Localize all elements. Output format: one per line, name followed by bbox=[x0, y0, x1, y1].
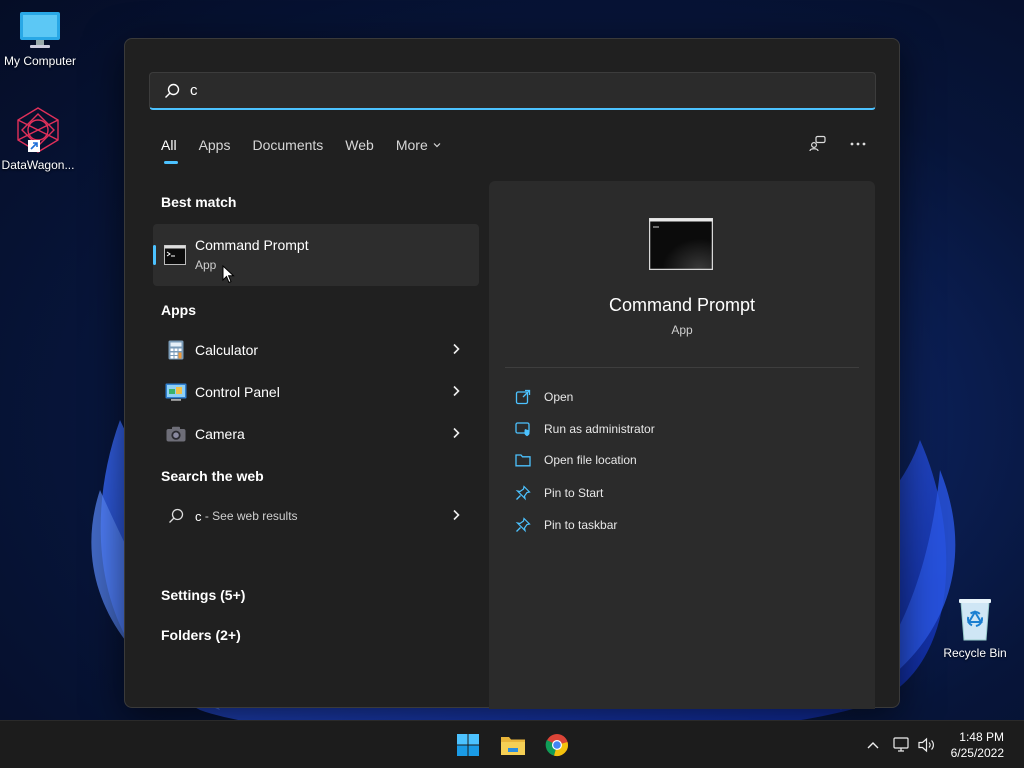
preview-subtitle: App bbox=[671, 323, 693, 337]
tab-web[interactable]: Web bbox=[345, 137, 374, 153]
control-panel-icon bbox=[165, 381, 187, 403]
run-as-admin-icon bbox=[515, 421, 533, 437]
clock-time: 1:48 PM bbox=[959, 730, 1004, 744]
folder-icon bbox=[515, 453, 533, 467]
best-match-item[interactable]: Command Prompt App bbox=[153, 224, 479, 286]
apps-header: Apps bbox=[161, 302, 196, 318]
mouse-cursor-icon bbox=[222, 265, 235, 284]
calculator-icon bbox=[165, 339, 187, 361]
action-pin-to-start[interactable]: Pin to Start bbox=[515, 485, 603, 501]
best-match-subtitle: App bbox=[195, 258, 217, 272]
action-open-file-location[interactable]: Open file location bbox=[515, 453, 637, 467]
app-result-calculator[interactable]: Calculator bbox=[153, 330, 479, 370]
app-result-control-panel[interactable]: Control Panel bbox=[153, 372, 479, 412]
taskbar-chrome-button[interactable] bbox=[543, 731, 571, 759]
action-pin-to-taskbar[interactable]: Pin to taskbar bbox=[515, 517, 617, 533]
search-web-header: Search the web bbox=[161, 468, 264, 484]
datawagon-app-icon bbox=[17, 107, 59, 153]
settings-header[interactable]: Settings (5+) bbox=[161, 587, 245, 603]
monitor-icon bbox=[20, 12, 60, 48]
tab-more[interactable]: More bbox=[396, 137, 442, 153]
top-actions bbox=[809, 135, 867, 153]
chevron-right-icon[interactable] bbox=[451, 427, 461, 439]
command-prompt-icon bbox=[164, 245, 186, 265]
search-icon bbox=[165, 83, 180, 98]
pin-icon bbox=[515, 517, 533, 533]
chrome-icon bbox=[545, 734, 568, 756]
ellipsis-icon[interactable] bbox=[849, 135, 867, 153]
taskbar-start-button[interactable] bbox=[454, 731, 482, 759]
tab-documents[interactable]: Documents bbox=[252, 137, 323, 153]
chevron-right-icon[interactable] bbox=[451, 385, 461, 397]
best-match-title: Command Prompt bbox=[195, 237, 309, 253]
chevron-right-icon[interactable] bbox=[451, 343, 461, 355]
pin-icon bbox=[515, 485, 533, 501]
search-panel: All Apps Documents Web More Best match bbox=[124, 38, 900, 709]
desktop-icon-recycle-bin[interactable]: Recycle Bin bbox=[935, 596, 1015, 660]
filter-tabs: All Apps Documents Web More bbox=[161, 137, 464, 164]
chevron-down-icon bbox=[433, 143, 441, 148]
desktop-icon-label: My Computer bbox=[3, 54, 77, 68]
file-explorer-icon bbox=[501, 737, 525, 755]
folders-header[interactable]: Folders (2+) bbox=[161, 627, 241, 643]
desktop-icon-label: Recycle Bin bbox=[943, 646, 1007, 660]
command-prompt-large-icon bbox=[649, 218, 713, 270]
taskbar: 1:48 PM 6/25/2022 bbox=[0, 720, 1024, 768]
divider bbox=[505, 367, 859, 368]
search-icon bbox=[165, 505, 187, 527]
desktop-icon-label: DataWagon... bbox=[1, 158, 75, 172]
volume-icon[interactable] bbox=[918, 737, 936, 753]
clock-date: 6/25/2022 bbox=[950, 746, 1004, 760]
app-result-label: Camera bbox=[195, 426, 245, 442]
app-result-label: Calculator bbox=[195, 342, 259, 358]
best-match-header: Best match bbox=[161, 194, 237, 210]
open-external-icon bbox=[515, 389, 533, 405]
search-input[interactable] bbox=[190, 82, 790, 99]
recycle-bin-icon bbox=[959, 599, 991, 641]
selection-indicator bbox=[153, 245, 156, 265]
desktop-icon-my-computer[interactable]: My Computer bbox=[0, 10, 80, 68]
preview-pane: Command Prompt App Open Run as administr… bbox=[489, 181, 875, 709]
windows-start-icon bbox=[457, 734, 479, 756]
web-search-result[interactable]: c - See web results bbox=[153, 496, 479, 536]
system-clock[interactable]: 1:48 PM 6/25/2022 bbox=[951, 729, 1004, 761]
action-open[interactable]: Open bbox=[515, 389, 573, 405]
web-search-suffix: - See web results bbox=[201, 509, 298, 523]
network-icon[interactable] bbox=[893, 737, 911, 753]
taskbar-file-explorer-button[interactable] bbox=[499, 731, 527, 759]
chevron-up-icon[interactable] bbox=[866, 740, 880, 750]
share-feedback-icon[interactable] bbox=[809, 135, 827, 153]
tab-apps[interactable]: Apps bbox=[199, 137, 231, 153]
chevron-right-icon[interactable] bbox=[451, 509, 461, 521]
app-result-label: Control Panel bbox=[195, 384, 280, 400]
camera-icon bbox=[165, 423, 187, 445]
action-run-as-admin[interactable]: Run as administrator bbox=[515, 421, 655, 437]
search-box[interactable] bbox=[149, 72, 876, 110]
desktop-icon-datawagon[interactable]: DataWagon... bbox=[0, 106, 78, 172]
app-result-camera[interactable]: Camera bbox=[153, 414, 479, 454]
tab-all[interactable]: All bbox=[161, 137, 178, 164]
preview-title: Command Prompt bbox=[608, 295, 756, 315]
